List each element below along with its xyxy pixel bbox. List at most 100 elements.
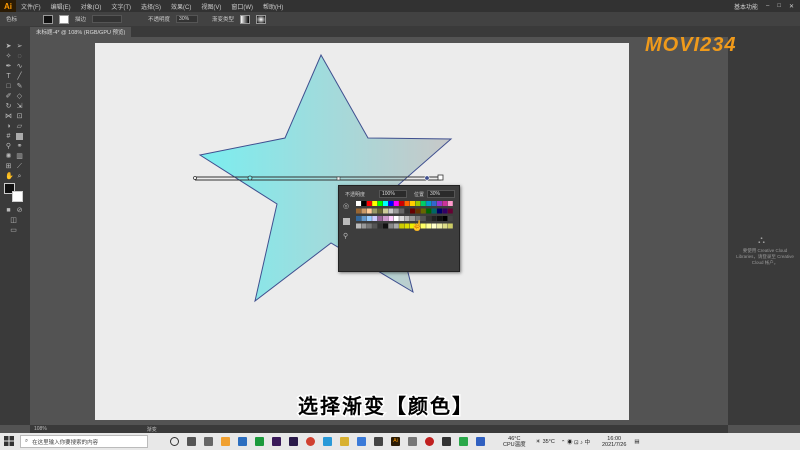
- menu-window[interactable]: 窗口(W): [226, 2, 258, 11]
- screen-mode-icon[interactable]: ▭: [10, 227, 17, 234]
- color-swatch[interactable]: [447, 208, 453, 214]
- color-swatch[interactable]: [410, 208, 415, 214]
- color-swatch[interactable]: [426, 208, 432, 214]
- color-swatch[interactable]: [404, 216, 410, 221]
- blend-tool-icon[interactable]: ⚭: [16, 143, 23, 150]
- color-swatch[interactable]: [393, 216, 399, 221]
- menu-type[interactable]: 文字(T): [106, 2, 136, 11]
- zoom-level[interactable]: 108%: [34, 426, 47, 432]
- color-swatch[interactable]: [447, 223, 453, 229]
- color-swatch[interactable]: [431, 216, 437, 221]
- menu-view[interactable]: 视图(V): [196, 2, 226, 11]
- menu-edit[interactable]: 编辑(E): [46, 2, 76, 11]
- eyedropper-icon[interactable]: ⚲: [5, 143, 12, 150]
- color-swatch[interactable]: [426, 201, 432, 206]
- color-swatch[interactable]: [383, 208, 388, 214]
- shaper-tool-icon[interactable]: ✐: [5, 93, 12, 100]
- app-icon-8[interactable]: [408, 437, 417, 446]
- color-swatch[interactable]: [437, 216, 442, 221]
- color-swatch[interactable]: [361, 216, 367, 221]
- color-swatch[interactable]: [399, 201, 405, 206]
- chrome-icon[interactable]: [306, 437, 315, 446]
- fill-swatch[interactable]: [43, 14, 54, 24]
- color-swatch[interactable]: [372, 223, 378, 229]
- premiere-icon[interactable]: [272, 437, 281, 446]
- color-swatch[interactable]: [383, 223, 388, 229]
- maximize-icon[interactable]: □: [777, 3, 781, 9]
- color-swatch[interactable]: [361, 201, 367, 206]
- color-swatch[interactable]: [399, 223, 405, 229]
- color-swatch[interactable]: [393, 208, 399, 214]
- app-icon-10[interactable]: [442, 437, 451, 446]
- app-icon-5[interactable]: [323, 437, 332, 446]
- color-swatch[interactable]: [431, 201, 437, 206]
- none-color-icon[interactable]: ⊘: [16, 207, 23, 214]
- wechat-icon[interactable]: [459, 437, 468, 446]
- app-icon-2[interactable]: [221, 437, 230, 446]
- color-swatch[interactable]: [431, 223, 437, 229]
- color-swatch[interactable]: [426, 216, 432, 221]
- pen-tool-icon[interactable]: ✒: [5, 63, 12, 70]
- scale-tool-icon[interactable]: ⇲: [16, 103, 23, 110]
- tray-icons[interactable]: ⌃ ◉ ⊡ ♪ 中: [561, 438, 590, 446]
- magic-wand-icon[interactable]: ✧: [5, 53, 12, 60]
- stroke-swatch[interactable]: [59, 14, 70, 24]
- color-swatch[interactable]: [420, 208, 426, 214]
- stroke-color-icon[interactable]: [12, 191, 23, 202]
- gradient-tool-icon[interactable]: [16, 133, 23, 140]
- menu-select[interactable]: 选择(S): [136, 2, 166, 11]
- color-swatch[interactable]: [377, 216, 383, 221]
- color-swatch[interactable]: [393, 201, 399, 206]
- color-swatch[interactable]: [388, 216, 394, 221]
- color-swatch[interactable]: [442, 201, 448, 206]
- color-swatch[interactable]: [377, 201, 383, 206]
- minimize-icon[interactable]: –: [766, 3, 769, 9]
- swatches-icon[interactable]: [343, 218, 350, 225]
- notification-icon[interactable]: ▤: [634, 439, 639, 445]
- popup-position-field[interactable]: 30%: [427, 190, 455, 198]
- color-swatch[interactable]: [437, 208, 442, 214]
- color-swatch[interactable]: [356, 201, 361, 206]
- workspace-switcher[interactable]: 基本功能: [734, 2, 758, 11]
- eyedropper-icon[interactable]: ⚲: [343, 233, 350, 240]
- stroke-weight-field[interactable]: [92, 15, 123, 23]
- cortana-icon[interactable]: [170, 437, 179, 446]
- menu-effect[interactable]: 效果(C): [166, 2, 196, 11]
- cpu-temp-widget[interactable]: 46°C CPU温度: [503, 436, 526, 448]
- color-swatch[interactable]: [399, 208, 405, 214]
- folder-icon[interactable]: [340, 437, 349, 446]
- color-mode-icon[interactable]: ■: [5, 207, 12, 214]
- color-swatch[interactable]: [415, 201, 421, 206]
- perspective-icon[interactable]: ▱: [16, 123, 23, 130]
- color-swatch[interactable]: [437, 223, 442, 229]
- color-swatch[interactable]: [388, 223, 394, 229]
- selection-tool-icon[interactable]: ➤: [5, 43, 12, 50]
- color-swatch[interactable]: [437, 201, 442, 206]
- color-swatch[interactable]: [447, 201, 453, 206]
- color-swatch[interactable]: [442, 216, 448, 221]
- color-swatch[interactable]: [383, 216, 388, 221]
- graph-tool-icon[interactable]: ▥: [16, 153, 23, 160]
- app-icon-9[interactable]: [425, 437, 434, 446]
- color-swatch[interactable]: [431, 208, 437, 214]
- color-swatch[interactable]: [356, 216, 361, 221]
- color-swatch[interactable]: [372, 201, 378, 206]
- color-swatch[interactable]: [442, 223, 448, 229]
- app-icon-1[interactable]: [204, 437, 213, 446]
- clock[interactable]: 16:00 2021/7/26: [602, 436, 626, 448]
- app-icon-6[interactable]: [357, 437, 366, 446]
- hand-tool-icon[interactable]: ✋: [5, 173, 14, 180]
- radial-gradient-icon[interactable]: [256, 14, 267, 24]
- free-transform-icon[interactable]: ⊡: [16, 113, 23, 120]
- direct-selection-icon[interactable]: ➢: [16, 43, 23, 50]
- app-icon-4[interactable]: [255, 437, 264, 446]
- color-swatch[interactable]: [377, 208, 383, 214]
- color-swatch[interactable]: [399, 216, 405, 221]
- color-swatch[interactable]: [356, 208, 361, 214]
- color-swatch[interactable]: [372, 216, 378, 221]
- paintbrush-icon[interactable]: ✎: [16, 83, 23, 90]
- task-view-icon[interactable]: [187, 437, 196, 446]
- zoom-tool-icon[interactable]: ⌕: [16, 173, 23, 180]
- color-swatch[interactable]: [442, 208, 448, 214]
- lasso-icon[interactable]: ◌: [16, 53, 23, 60]
